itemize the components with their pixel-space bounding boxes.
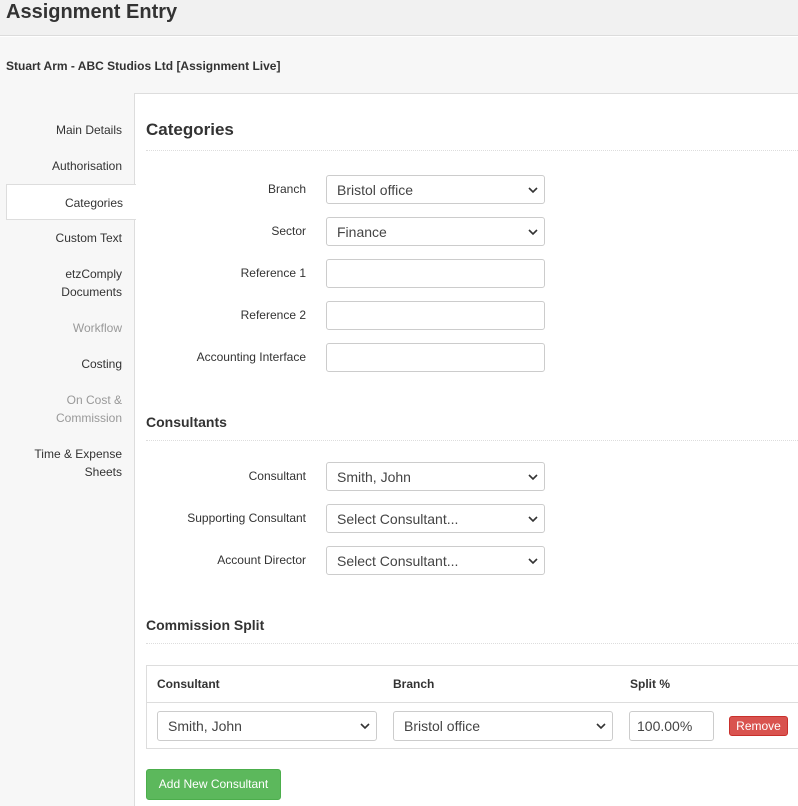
chevron-down-icon [528, 473, 538, 481]
branch-select[interactable]: Bristol office [326, 175, 545, 204]
accounting-interface-label: Accounting Interface [196, 350, 306, 364]
sidebar-item-etzcomply-documents[interactable]: etzComply Documents [6, 256, 135, 310]
sidebar-item-main-details[interactable]: Main Details [6, 112, 135, 148]
chevron-down-icon [360, 722, 370, 730]
column-header-branch: Branch [393, 677, 435, 691]
reference2-input[interactable] [326, 301, 545, 330]
reference2-label: Reference 2 [240, 308, 306, 322]
add-new-consultant-button[interactable]: Add New Consultant [146, 769, 281, 800]
categories-heading: Categories [146, 120, 234, 139]
page-title: Assignment Entry [6, 1, 178, 23]
record-title: Stuart Arm - ABC Studios Ltd [Assignment… [6, 59, 281, 73]
page-header: Assignment Entry [0, 0, 798, 36]
account-director-label: Account Director [217, 553, 306, 567]
commission-split-table: Consultant Branch Split % Smith, John Br… [146, 665, 798, 749]
commission-divider [146, 643, 798, 644]
chevron-down-icon [528, 186, 538, 194]
row-branch-select[interactable]: Bristol office [393, 711, 613, 741]
sidebar-item-custom-text[interactable]: Custom Text [6, 220, 135, 256]
consultant-select-value: Smith, John [337, 469, 411, 485]
sidebar-item-on-cost-commission: On Cost & Commission [55, 393, 122, 425]
sector-row: Sector Finance [135, 217, 798, 247]
sector-select-value: Finance [337, 224, 387, 240]
row-branch-value: Bristol office [404, 718, 480, 734]
categories-divider [146, 150, 798, 151]
sidebar-item-categories[interactable]: Categories [6, 184, 136, 220]
sector-label: Sector [271, 224, 306, 238]
account-director-row: Account Director Select Consultant... [135, 546, 798, 576]
supporting-consultant-select-value: Select Consultant... [337, 511, 459, 527]
account-director-select-value: Select Consultant... [337, 553, 459, 569]
consultants-divider [146, 440, 798, 441]
content-panel: Categories Branch Bristol office Sector … [134, 93, 798, 806]
account-director-select[interactable]: Select Consultant... [326, 546, 545, 575]
reference1-input[interactable] [326, 259, 545, 288]
table-header-divider [147, 702, 798, 703]
consultants-heading: Consultants [146, 414, 227, 430]
branch-row: Branch Bristol office [135, 175, 798, 205]
supporting-consultant-label: Supporting Consultant [187, 511, 306, 525]
branch-select-value: Bristol office [337, 182, 413, 198]
consultant-select[interactable]: Smith, John [326, 462, 545, 491]
chevron-down-icon [528, 228, 538, 236]
reference1-row: Reference 1 [135, 259, 798, 289]
chevron-down-icon [528, 515, 538, 523]
sidebar-item-workflow: Workflow [72, 321, 122, 335]
row-consultant-value: Smith, John [168, 718, 242, 734]
column-header-consultant: Consultant [157, 677, 220, 691]
supporting-consultant-select[interactable]: Select Consultant... [326, 504, 545, 533]
consultant-row: Consultant Smith, John [135, 462, 798, 492]
sidebar-item-costing[interactable]: Costing [6, 346, 135, 382]
reference1-label: Reference 1 [240, 266, 306, 280]
chevron-down-icon [596, 722, 606, 730]
chevron-down-icon [528, 557, 538, 565]
commission-split-heading: Commission Split [146, 617, 265, 633]
supporting-consultant-row: Supporting Consultant Select Consultant.… [135, 504, 798, 534]
branch-label: Branch [267, 182, 306, 196]
row-split-input[interactable] [629, 711, 714, 741]
row-consultant-select[interactable]: Smith, John [157, 711, 377, 741]
accounting-interface-input[interactable] [326, 343, 545, 372]
consultant-label: Consultant [248, 469, 306, 483]
sidebar-item-authorisation[interactable]: Authorisation [6, 148, 135, 184]
sector-select[interactable]: Finance [326, 217, 545, 246]
sidebar-nav: Main Details Authorisation Categories Cu… [6, 112, 136, 490]
sidebar-item-time-expense-sheets[interactable]: Time & Expense Sheets [6, 436, 135, 490]
column-header-split: Split % [630, 677, 671, 691]
reference2-row: Reference 2 [135, 301, 798, 331]
accounting-interface-row: Accounting Interface [135, 343, 798, 373]
remove-button[interactable]: Remove [729, 716, 788, 736]
